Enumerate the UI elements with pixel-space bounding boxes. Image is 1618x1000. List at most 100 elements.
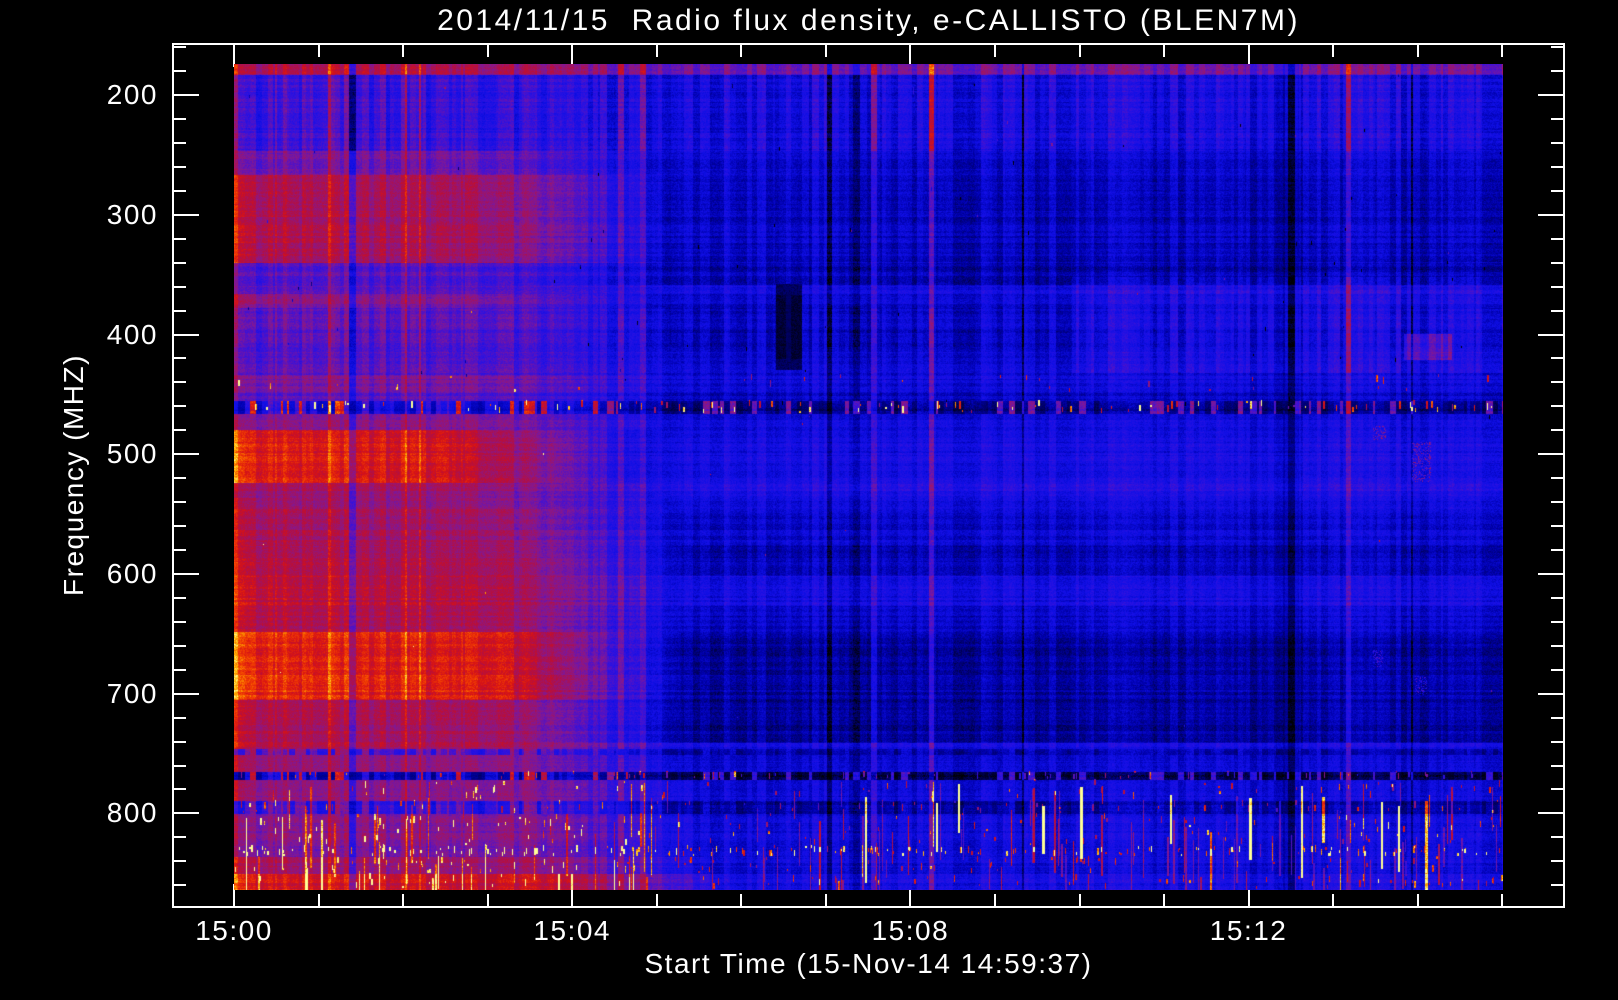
- y-minor-tick-right: [1551, 429, 1563, 432]
- y-minor-tick-right: [1551, 285, 1563, 288]
- y-minor-tick: [174, 549, 186, 552]
- y-minor-tick: [174, 261, 186, 264]
- y-tick-label: 200: [106, 79, 158, 111]
- spectrogram-canvas: [234, 64, 1503, 890]
- y-minor-tick: [174, 620, 186, 623]
- y-minor-tick-right: [1551, 142, 1563, 144]
- y-minor-tick-right: [1551, 740, 1563, 743]
- x-minor-tick-top: [740, 45, 743, 57]
- y-major-tick-right: [1538, 812, 1563, 815]
- x-minor-tick: [486, 894, 489, 906]
- y-minor-tick: [174, 740, 186, 743]
- y-major-tick-right: [1538, 333, 1563, 336]
- x-tick-label: 15:00: [195, 915, 273, 946]
- y-major-tick-right: [1538, 692, 1563, 695]
- spectrogram-page: 2014/11/15 Radio flux density, e-CALLIST…: [0, 0, 1618, 1000]
- y-minor-tick-right: [1551, 70, 1563, 73]
- y-minor-tick: [174, 237, 186, 240]
- x-minor-tick-top: [993, 45, 996, 57]
- x-minor-tick: [1416, 894, 1419, 906]
- y-minor-tick: [174, 836, 186, 839]
- y-major-tick: [174, 812, 199, 815]
- x-minor-tick-top: [317, 45, 320, 57]
- y-minor-tick: [174, 525, 186, 528]
- y-minor-tick: [174, 644, 186, 647]
- y-minor-tick: [174, 118, 186, 121]
- y-minor-tick-right: [1551, 668, 1563, 671]
- y-minor-tick: [174, 764, 186, 767]
- x-minor-tick-top: [1501, 45, 1504, 57]
- x-tick-label: 15:04: [533, 915, 611, 946]
- y-minor-tick-right: [1551, 525, 1563, 528]
- y-minor-tick-right: [1551, 165, 1563, 168]
- y-minor-tick: [174, 70, 186, 73]
- y-major-tick-right: [1538, 94, 1563, 97]
- y-minor-tick-right: [1551, 189, 1563, 192]
- y-minor-tick: [174, 884, 186, 887]
- y-major-tick: [174, 94, 199, 97]
- y-minor-tick: [174, 142, 186, 144]
- y-minor-tick-right: [1551, 357, 1563, 360]
- y-minor-tick: [174, 357, 186, 360]
- y-minor-tick-right: [1551, 860, 1563, 863]
- y-minor-tick: [174, 860, 186, 863]
- x-minor-tick: [740, 894, 743, 906]
- x-minor-tick: [1078, 894, 1081, 906]
- x-minor-tick: [1332, 894, 1335, 906]
- x-minor-tick: [655, 894, 658, 906]
- x-minor-tick: [317, 894, 320, 906]
- x-minor-tick-top: [655, 45, 658, 57]
- y-major-tick: [174, 213, 199, 216]
- x-tick-label: 15:12: [1209, 915, 1288, 946]
- y-minor-tick-right: [1551, 46, 1563, 49]
- y-major-tick: [174, 692, 199, 695]
- y-minor-tick: [174, 501, 186, 504]
- y-axis-title: Frequency (MHZ): [58, 354, 89, 596]
- y-minor-tick: [174, 668, 186, 671]
- y-minor-tick-right: [1551, 501, 1563, 504]
- y-minor-tick-right: [1551, 477, 1563, 480]
- y-minor-tick-right: [1551, 836, 1563, 839]
- y-minor-tick: [174, 716, 186, 719]
- x-minor-tick: [1163, 894, 1166, 906]
- x-minor-tick-top: [824, 45, 827, 57]
- x-tick-label: 15:08: [871, 915, 950, 946]
- y-minor-tick-right: [1551, 549, 1563, 552]
- y-major-tick-right: [1538, 572, 1563, 575]
- y-minor-tick: [174, 46, 186, 49]
- y-minor-tick-right: [1551, 118, 1563, 121]
- x-minor-tick-top: [486, 45, 489, 57]
- y-tick-label: 300: [106, 198, 158, 230]
- y-minor-tick: [174, 189, 186, 192]
- x-minor-tick-top: [1416, 45, 1419, 57]
- x-minor-tick: [993, 894, 996, 906]
- y-tick-label: 800: [106, 797, 158, 829]
- y-minor-tick: [174, 429, 186, 432]
- y-minor-tick-right: [1551, 884, 1563, 887]
- y-minor-tick-right: [1551, 405, 1563, 408]
- y-tick-label: 700: [106, 677, 158, 709]
- y-major-tick: [174, 453, 199, 456]
- y-minor-tick: [174, 381, 186, 384]
- y-tick-label: 500: [106, 438, 158, 470]
- x-minor-tick-top: [1163, 45, 1166, 57]
- x-minor-tick: [1501, 894, 1504, 906]
- y-minor-tick: [174, 596, 186, 599]
- y-minor-tick-right: [1551, 261, 1563, 264]
- x-axis-title: Start Time (15-Nov-14 14:59:37): [644, 948, 1093, 979]
- y-minor-tick: [174, 285, 186, 288]
- y-minor-tick-right: [1551, 644, 1563, 647]
- y-tick-label: 400: [106, 318, 158, 350]
- y-minor-tick-right: [1551, 620, 1563, 623]
- x-minor-tick-top: [402, 45, 405, 57]
- x-minor-tick: [402, 894, 405, 906]
- y-minor-tick-right: [1551, 788, 1563, 791]
- y-tick-label: 600: [106, 557, 158, 589]
- y-major-tick: [174, 333, 199, 336]
- plot-title: 2014/11/15 Radio flux density, e-CALLIST…: [437, 4, 1300, 37]
- y-minor-tick: [174, 405, 186, 408]
- y-minor-tick: [174, 788, 186, 791]
- x-minor-tick-top: [1078, 45, 1081, 57]
- y-minor-tick: [174, 309, 186, 312]
- y-minor-tick-right: [1551, 596, 1563, 599]
